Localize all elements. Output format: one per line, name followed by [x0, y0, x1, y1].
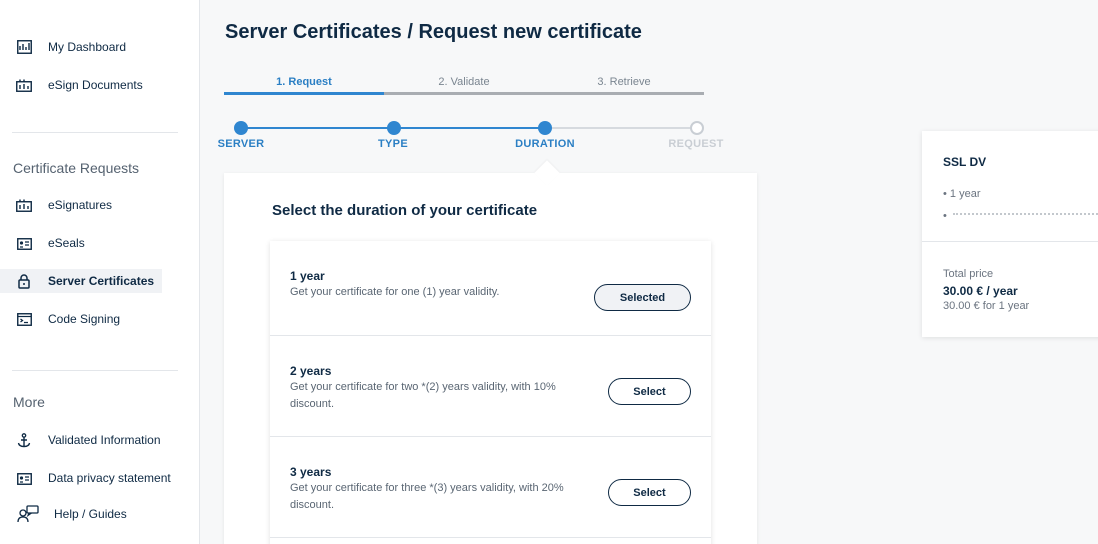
esign-icon — [15, 76, 33, 94]
select-button[interactable]: Select — [608, 378, 691, 405]
summary-obscured-line — [953, 213, 1098, 216]
summary-duration: • 1 year — [943, 188, 981, 200]
sidebar-item-label: Help / Guides — [54, 507, 127, 521]
stepper-line-pending — [546, 127, 696, 129]
tab-retrieve-underline — [544, 92, 704, 95]
duration-option-1-year[interactable]: 1 year Get your certificate for one (1) … — [270, 241, 711, 336]
tab-request-underline — [224, 92, 384, 95]
sidebar-item-label: eSignatures — [48, 198, 113, 212]
page-title: Server Certificates / Request new certif… — [225, 21, 642, 43]
duration-card: Select the duration of your certificate … — [224, 173, 757, 544]
duration-option-2-years[interactable]: 2 years Get your certificate for two *(2… — [270, 336, 711, 437]
sidebar-item-label: eSeals — [48, 236, 85, 250]
option-title: 2 years — [290, 364, 332, 378]
summary-divider — [922, 241, 1098, 242]
step-dot-type — [387, 121, 401, 135]
option-title: 3 years — [290, 465, 332, 479]
option-title: 1 year — [290, 269, 325, 283]
order-summary: SSL DV • 1 year • Total price 30.00 € / … — [922, 131, 1098, 337]
step-dot-request — [690, 121, 704, 135]
option-description: Get your certificate for three *(3) year… — [290, 482, 564, 511]
terminal-icon — [15, 310, 33, 328]
step-dot-server — [234, 121, 248, 135]
selected-button[interactable]: Selected — [594, 284, 691, 311]
anchor-icon — [15, 431, 33, 449]
duration-options-list: 1 year Get your certificate for one (1) … — [270, 241, 711, 544]
step-label-request: REQUEST — [668, 138, 724, 150]
progress-tabs: 1. Request 2. Validate 3. Retrieve — [224, 76, 704, 96]
sidebar-item-label: Validated Information — [48, 433, 161, 447]
step-label-server[interactable]: SERVER — [218, 138, 265, 150]
sidebar-heading-certificate-requests: Certificate Requests — [13, 160, 140, 176]
duration-option-3-years[interactable]: 3 years Get your certificate for three *… — [270, 437, 711, 538]
eseal-icon — [15, 234, 33, 252]
total-price-label: Total price — [943, 268, 994, 280]
privacy-icon — [15, 469, 33, 487]
help-icon — [17, 505, 39, 523]
select-button[interactable]: Select — [608, 479, 691, 506]
sidebar-divider — [12, 132, 178, 133]
option-description: Get your certificate for one (1) year va… — [290, 286, 500, 298]
sidebar-divider — [12, 370, 178, 371]
tab-validate-underline — [384, 92, 544, 95]
sidebar-heading-more: More — [13, 394, 45, 410]
step-dot-duration — [538, 121, 552, 135]
step-label-type[interactable]: TYPE — [378, 138, 408, 150]
stepper: SERVER TYPE DURATION REQUEST — [218, 120, 728, 160]
sidebar-item-label: Data privacy statement — [48, 471, 171, 485]
sidebar: My Dashboard eSign Documents Certificate… — [0, 0, 200, 544]
dashboard-icon — [15, 38, 33, 56]
sidebar-item-server-certificates[interactable]: Server Certificates — [0, 269, 162, 293]
lock-icon — [15, 272, 33, 290]
summary-product-title: SSL DV — [943, 155, 987, 169]
esignature-icon — [15, 196, 33, 214]
summary-bullet: • — [943, 210, 947, 222]
card-title: Select the duration of your certificate — [272, 202, 538, 219]
option-description: Get your certificate for two *(2) years … — [290, 381, 556, 410]
sidebar-item-label: Server Certificates — [48, 274, 155, 288]
step-label-duration[interactable]: DURATION — [515, 138, 575, 150]
sidebar-item-label: eSign Documents — [48, 78, 143, 92]
sidebar-item-label: Code Signing — [48, 312, 121, 326]
total-price: 30.00 € / year — [943, 284, 1018, 298]
sidebar-item-label: My Dashboard — [48, 40, 127, 54]
price-subtext: 30.00 € for 1 year — [943, 300, 1030, 312]
